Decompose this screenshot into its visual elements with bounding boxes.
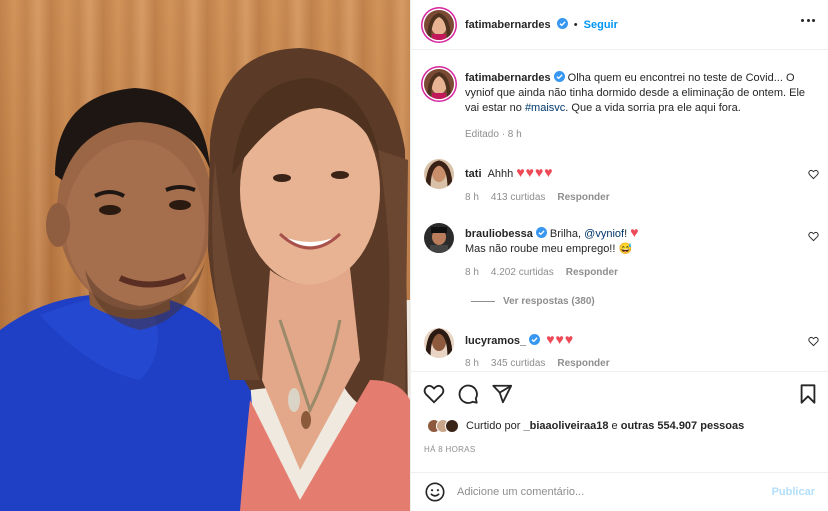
- comment-meta: 8 h 345 curtidas Responder: [465, 358, 622, 369]
- add-comment-bar: Publicar: [411, 472, 828, 511]
- verified-badge-icon: [553, 71, 565, 82]
- reply-button[interactable]: Responder: [566, 267, 618, 278]
- comment-meta: 8 h 4.202 curtidas Responder: [465, 267, 630, 278]
- view-replies-label: Ver respostas (380): [503, 296, 595, 307]
- caption-avatar[interactable]: [424, 69, 454, 99]
- publish-button[interactable]: Publicar: [772, 486, 815, 498]
- author-username[interactable]: fatimabernardes: [465, 19, 551, 31]
- post-details-panel: fatimabernardes • Seguir fatimabernardes…: [410, 0, 828, 511]
- emoji-icon[interactable]: [424, 481, 446, 503]
- comment-avatar[interactable]: [424, 223, 454, 253]
- comments-list[interactable]: fatimabernardes Olha quem eu encontrei n…: [411, 51, 828, 371]
- verified-badge-icon: [529, 334, 541, 345]
- likes-middle: e: [608, 420, 621, 432]
- likes-count[interactable]: outras 554.907 pessoas: [621, 420, 745, 432]
- header-separator: •: [573, 19, 578, 31]
- comment-time: 8 h: [465, 267, 479, 278]
- post-timestamp[interactable]: HÁ 8 HORAS: [424, 445, 475, 454]
- reply-button[interactable]: Responder: [557, 192, 609, 203]
- comment-time: 8 h: [465, 358, 479, 369]
- post-photo[interactable]: [0, 0, 410, 511]
- comment-avatar[interactable]: [424, 328, 454, 358]
- liker-avatar[interactable]: [445, 419, 459, 433]
- comment-input[interactable]: [457, 481, 757, 503]
- comment-body: Brilha,: [549, 228, 585, 240]
- post-header: fatimabernardes • Seguir: [411, 0, 828, 50]
- liker-username[interactable]: _biaaoliveiraa18: [523, 420, 608, 432]
- heart-icon[interactable]: [808, 169, 819, 180]
- likes-prefix: Curtido por: [466, 420, 524, 432]
- comment-likes[interactable]: 345 curtidas: [491, 358, 545, 369]
- heart-icon[interactable]: [423, 383, 445, 405]
- more-options-icon[interactable]: [801, 19, 815, 23]
- comment-body: Ahhh: [487, 168, 514, 180]
- author-avatar[interactable]: [424, 10, 454, 40]
- caption-username[interactable]: fatimabernardes: [465, 72, 551, 84]
- header-user-line: fatimabernardes • Seguir: [465, 18, 618, 31]
- likes-summary: Curtido por _biaaoliveiraa18 e outras 55…: [427, 416, 744, 436]
- comment-username[interactable]: tati: [465, 168, 482, 180]
- comment-username[interactable]: brauliobessa: [465, 228, 533, 240]
- comment-likes[interactable]: 413 curtidas: [491, 192, 545, 203]
- caption-text: fatimabernardes Olha quem eu encontrei n…: [465, 71, 810, 116]
- heart-icon[interactable]: [808, 231, 819, 242]
- caption-end: . Que a vida sorria pra ele aqui fora.: [565, 102, 741, 114]
- comment-time: 8 h: [465, 192, 479, 203]
- comment-hearts: ♥♥♥: [546, 331, 575, 347]
- comment-username[interactable]: lucyramos_: [465, 335, 526, 347]
- caption-meta: Editado · 8 h: [465, 129, 534, 140]
- comment-text: brauliobessa Brilha, @vyniof! ♥ Mas não …: [465, 225, 795, 257]
- comment-icon[interactable]: [457, 383, 479, 405]
- follow-button[interactable]: Seguir: [584, 19, 618, 31]
- verified-badge-icon: [556, 18, 568, 29]
- comment-avatar[interactable]: [424, 159, 454, 189]
- comment-mention[interactable]: @vyniof: [584, 228, 624, 240]
- replies-line: [471, 300, 495, 302]
- comment-likes[interactable]: 4.202 curtidas: [491, 267, 554, 278]
- selfie-illustration: [0, 48, 410, 511]
- bookmark-icon[interactable]: [797, 383, 819, 405]
- reply-button[interactable]: Responder: [557, 358, 609, 369]
- heart-icon[interactable]: [808, 336, 819, 347]
- post-actions: Curtido por _biaaoliveiraa18 e outras 55…: [411, 371, 828, 511]
- likes-text: Curtido por _biaaoliveiraa18 e outras 55…: [466, 420, 744, 432]
- caption-hashtag[interactable]: #maisvc: [525, 102, 565, 114]
- share-icon[interactable]: [491, 383, 513, 405]
- comment-line2: Mas não roube meu emprego!! 😅: [465, 243, 633, 255]
- comment-hearts: ♥♥♥♥: [516, 164, 554, 180]
- comment-meta: 8 h 413 curtidas Responder: [465, 192, 622, 203]
- caption-edited: Editado · 8 h: [465, 129, 522, 140]
- comment-hearts: ♥: [630, 224, 639, 240]
- comment-text: lucyramos_ ♥♥♥: [465, 332, 795, 349]
- view-replies-button[interactable]: Ver respostas (380): [471, 296, 595, 307]
- verified-badge-icon: [535, 227, 547, 238]
- comment-text: tati Ahhh ♥♥♥♥: [465, 165, 795, 182]
